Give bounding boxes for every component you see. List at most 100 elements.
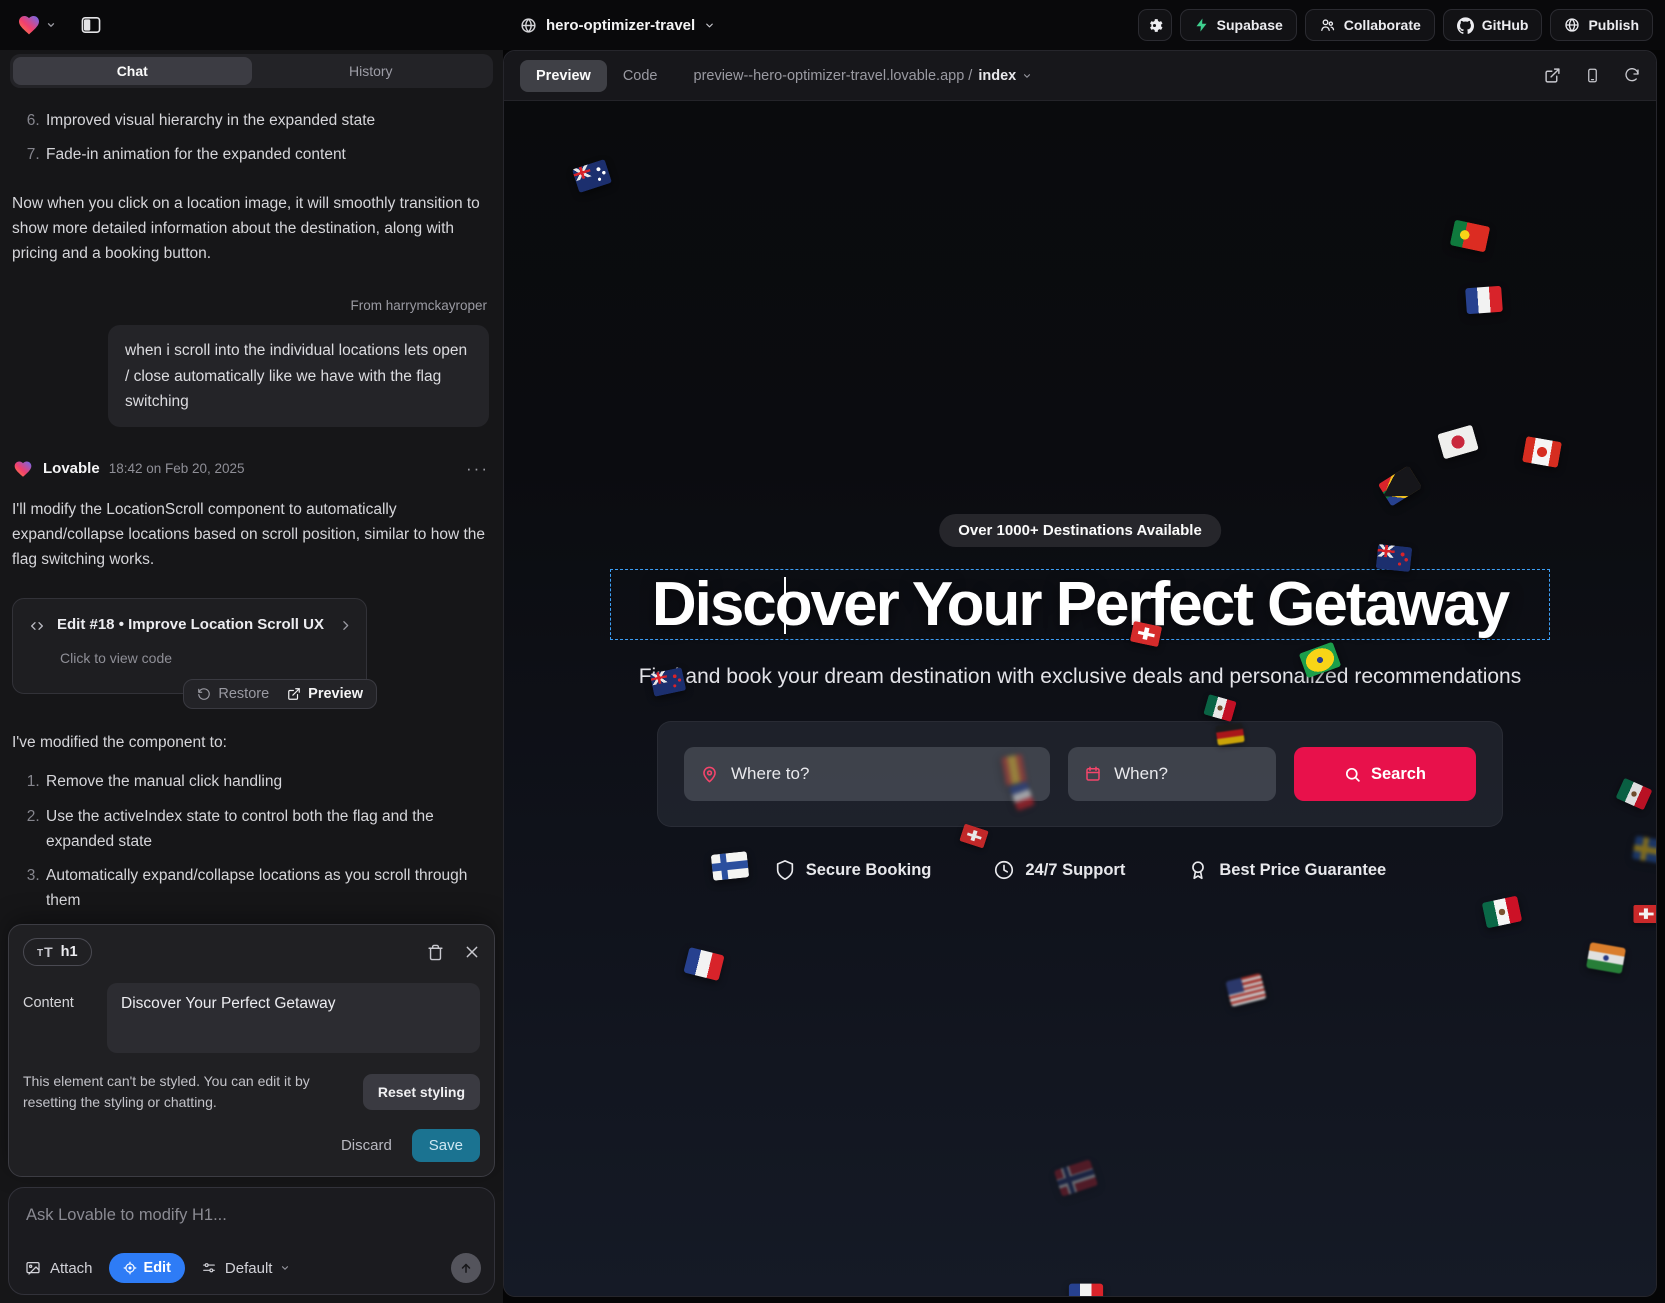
chat-scroll-area[interactable]: Improved visual hierarchy in the expande… bbox=[0, 88, 503, 916]
when-placeholder: When? bbox=[1114, 764, 1168, 784]
hero-heading[interactable]: Discover Your Perfect Getaway bbox=[652, 569, 1508, 640]
mobile-view-button[interactable] bbox=[1585, 67, 1600, 84]
when-input[interactable]: When? bbox=[1068, 747, 1276, 801]
chat-composer: Ask Lovable to modify H1... Attach Edit … bbox=[8, 1187, 495, 1295]
japan-flag-icon bbox=[1437, 425, 1479, 460]
users-icon bbox=[1319, 17, 1336, 33]
sliders-icon bbox=[201, 1261, 217, 1275]
list-item: Fade-in animation for the expanded conte… bbox=[44, 142, 489, 167]
feature-label: Best Price Guarantee bbox=[1219, 861, 1386, 880]
france-flag-icon bbox=[1069, 1284, 1103, 1296]
mexico-flag-icon bbox=[1616, 778, 1653, 811]
preview-url[interactable]: preview--hero-optimizer-travel.lovable.a… bbox=[694, 68, 1033, 84]
new-zealand-flag-icon bbox=[650, 667, 687, 697]
india-flag-icon bbox=[1586, 942, 1626, 974]
feature-item: 24/7 Support bbox=[993, 859, 1125, 881]
preview-header: Preview Code preview--hero-optimizer-tra… bbox=[504, 51, 1656, 101]
preview-change-button[interactable]: Preview bbox=[287, 686, 363, 702]
south-africa-flag-icon bbox=[1378, 465, 1422, 506]
collaborate-button[interactable]: Collaborate bbox=[1305, 9, 1435, 41]
close-panel-button[interactable] bbox=[464, 944, 480, 960]
delete-element-button[interactable] bbox=[427, 944, 444, 961]
selected-element-outline: Discover Your Perfect Getaway bbox=[610, 569, 1550, 640]
heart-logo-icon bbox=[16, 13, 42, 37]
supabase-button[interactable]: Supabase bbox=[1180, 9, 1297, 41]
award-icon bbox=[1187, 859, 1209, 881]
finland-flag-icon bbox=[711, 851, 750, 881]
france-flag-icon bbox=[683, 947, 724, 981]
edit-code-card[interactable]: Edit #18 • Improve Location Scroll UX Cl… bbox=[12, 598, 367, 694]
supabase-icon bbox=[1194, 17, 1209, 33]
message-more-button[interactable]: ··· bbox=[466, 459, 489, 479]
chevron-right-icon bbox=[339, 619, 352, 632]
new-zealand-flag-icon bbox=[1376, 544, 1413, 572]
feature-item: Best Price Guarantee bbox=[1187, 859, 1386, 881]
save-button[interactable]: Save bbox=[412, 1129, 480, 1162]
where-to-input[interactable]: Where to? bbox=[684, 747, 1050, 801]
tab-history[interactable]: History bbox=[252, 57, 491, 85]
settings-button[interactable] bbox=[1138, 9, 1172, 41]
collaborate-label: Collaborate bbox=[1344, 17, 1421, 33]
project-name: hero-optimizer-travel bbox=[546, 17, 695, 34]
arrow-up-icon bbox=[459, 1261, 473, 1275]
edit-mode-button[interactable]: Edit bbox=[109, 1253, 185, 1283]
restore-button[interactable]: Restore bbox=[197, 686, 269, 702]
element-tag-pill[interactable]: TT h1 bbox=[23, 938, 92, 966]
chat-mode-select[interactable]: Default bbox=[201, 1260, 291, 1277]
assistant-message-header: Lovable 18:42 on Feb 20, 2025 ··· bbox=[12, 457, 489, 481]
chevron-down-icon bbox=[1022, 71, 1032, 81]
attach-button[interactable]: Attach bbox=[24, 1260, 93, 1277]
url-page: index bbox=[978, 68, 1016, 84]
sidebar-toggle-button[interactable] bbox=[74, 9, 108, 41]
search-button[interactable]: Search bbox=[1294, 747, 1476, 801]
calendar-icon bbox=[1084, 765, 1102, 783]
portugal-flag-icon bbox=[1450, 220, 1491, 253]
chat-progress-list: Improved visual hierarchy in the expande… bbox=[12, 108, 489, 167]
feature-list: Secure Booking24/7 SupportBest Price Gua… bbox=[504, 859, 1656, 881]
tab-chat[interactable]: Chat bbox=[13, 57, 252, 85]
list-item: Use the activeIndex state to control bot… bbox=[44, 804, 489, 854]
discard-button[interactable]: Discard bbox=[329, 1130, 404, 1161]
mobile-icon bbox=[1585, 67, 1600, 84]
lovable-logo[interactable] bbox=[12, 13, 60, 37]
edit-label: Edit bbox=[144, 1260, 171, 1276]
target-icon bbox=[123, 1261, 137, 1275]
chevron-down-icon bbox=[46, 20, 56, 30]
reset-styling-button[interactable]: Reset styling bbox=[363, 1074, 480, 1110]
chevron-down-icon bbox=[280, 1263, 290, 1273]
type-icon: TT bbox=[37, 945, 53, 959]
list-item: Remove the manual click handling bbox=[44, 769, 489, 794]
publish-button[interactable]: Publish bbox=[1550, 9, 1653, 41]
element-tag: h1 bbox=[61, 944, 78, 960]
github-icon bbox=[1457, 17, 1474, 34]
restore-label: Restore bbox=[218, 686, 269, 702]
search-bar: Where to? When? Search bbox=[657, 721, 1503, 827]
content-textarea[interactable]: Discover Your Perfect Getaway bbox=[107, 983, 480, 1053]
trash-icon bbox=[427, 944, 444, 961]
refresh-button[interactable] bbox=[1624, 68, 1640, 84]
github-button[interactable]: GitHub bbox=[1443, 9, 1543, 41]
map-pin-icon bbox=[700, 765, 719, 784]
composer-input[interactable]: Ask Lovable to modify H1... bbox=[26, 1206, 479, 1225]
element-editor-panel: TT h1 Content Discover Your Perfect Geta… bbox=[8, 924, 495, 1177]
chevron-down-icon bbox=[704, 20, 715, 31]
tab-preview[interactable]: Preview bbox=[520, 60, 607, 92]
search-label: Search bbox=[1371, 765, 1426, 784]
preview-viewport[interactable]: Over 1000+ Destinations Available Discov… bbox=[504, 101, 1656, 1296]
assistant-paragraph: I'll modify the LocationScroll component… bbox=[12, 497, 489, 572]
message-timestamp: 18:42 on Feb 20, 2025 bbox=[109, 458, 245, 480]
tab-code[interactable]: Code bbox=[623, 68, 658, 84]
mexico-flag-icon bbox=[1203, 694, 1236, 722]
usa-flag-icon bbox=[1225, 973, 1266, 1007]
open-in-new-tab-button[interactable] bbox=[1544, 67, 1561, 84]
close-icon bbox=[464, 944, 480, 960]
github-label: GitHub bbox=[1482, 17, 1529, 33]
send-button[interactable] bbox=[451, 1253, 481, 1283]
assistant-paragraph: I've modified the component to: bbox=[12, 730, 489, 755]
france-flag-icon bbox=[1465, 286, 1503, 314]
project-switcher[interactable]: hero-optimizer-travel bbox=[520, 0, 715, 50]
list-item: Improved visual hierarchy in the expande… bbox=[44, 108, 489, 133]
refresh-icon bbox=[1624, 68, 1640, 84]
canada-flag-icon bbox=[1522, 436, 1562, 468]
supabase-label: Supabase bbox=[1217, 17, 1283, 33]
